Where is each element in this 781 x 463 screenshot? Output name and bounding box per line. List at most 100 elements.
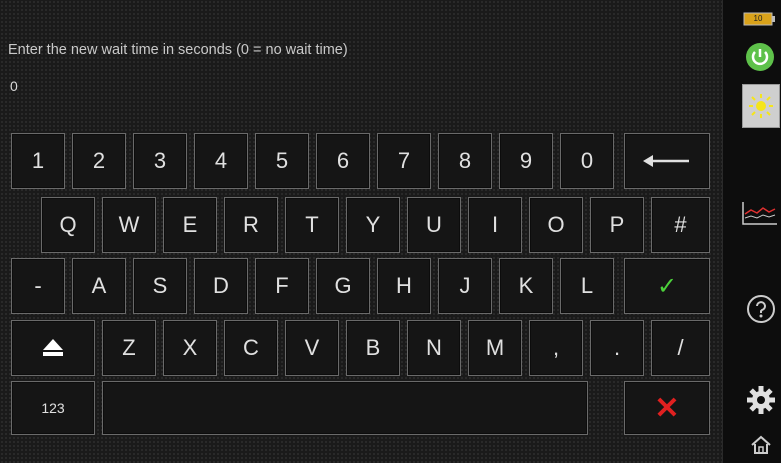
key-label: W bbox=[118, 212, 140, 237]
key-g[interactable]: G bbox=[316, 258, 370, 314]
key-6[interactable]: 6 bbox=[316, 133, 370, 189]
key-label: , bbox=[552, 335, 560, 360]
key-0[interactable]: 0 bbox=[560, 133, 614, 189]
key-label: Z bbox=[122, 335, 136, 360]
key-label: J bbox=[459, 273, 471, 298]
key-5[interactable]: 5 bbox=[255, 133, 309, 189]
key-label: X bbox=[182, 335, 198, 360]
key-label: 5 bbox=[275, 148, 289, 173]
key-j[interactable]: J bbox=[438, 258, 492, 314]
help-button[interactable] bbox=[745, 293, 777, 325]
key-label: P bbox=[609, 212, 625, 237]
key-label: L bbox=[580, 273, 594, 298]
key-label: 2 bbox=[92, 148, 106, 173]
key-u[interactable]: U bbox=[407, 197, 461, 253]
power-icon bbox=[746, 43, 774, 71]
key-label: / bbox=[677, 335, 684, 360]
help-icon bbox=[747, 295, 775, 323]
key-comma[interactable]: , bbox=[529, 320, 583, 376]
key-w[interactable]: W bbox=[102, 197, 156, 253]
shift-button[interactable] bbox=[11, 320, 95, 376]
key-b[interactable]: B bbox=[346, 320, 400, 376]
key-dash[interactable]: - bbox=[11, 258, 65, 314]
key-2[interactable]: 2 bbox=[72, 133, 126, 189]
space-bar[interactable] bbox=[102, 381, 588, 435]
home-icon bbox=[751, 435, 771, 454]
key-e[interactable]: E bbox=[163, 197, 217, 253]
confirm-button[interactable]: ✓ bbox=[624, 258, 710, 314]
key-y[interactable]: Y bbox=[346, 197, 400, 253]
key-t[interactable]: T bbox=[285, 197, 339, 253]
key-8[interactable]: 8 bbox=[438, 133, 492, 189]
cancel-button[interactable]: ✕ bbox=[624, 381, 710, 435]
sidebar: 10 bbox=[722, 0, 781, 463]
key-s[interactable]: S bbox=[133, 258, 187, 314]
key-p[interactable]: P bbox=[590, 197, 644, 253]
brightness-icon bbox=[749, 94, 773, 118]
key-f[interactable]: F bbox=[255, 258, 309, 314]
key-z[interactable]: Z bbox=[102, 320, 156, 376]
key-a[interactable]: A bbox=[72, 258, 126, 314]
key-n[interactable]: N bbox=[407, 320, 461, 376]
key-i[interactable]: I bbox=[468, 197, 522, 253]
key-c[interactable]: C bbox=[224, 320, 278, 376]
battery-label: 10 bbox=[753, 14, 763, 23]
key-9[interactable]: 9 bbox=[499, 133, 553, 189]
key-label: E bbox=[182, 212, 198, 237]
key-label: - bbox=[34, 273, 42, 298]
trend-button[interactable] bbox=[740, 198, 780, 228]
key-v[interactable]: V bbox=[285, 320, 339, 376]
key-label: Y bbox=[365, 212, 381, 237]
key-d[interactable]: D bbox=[194, 258, 248, 314]
close-icon: ✕ bbox=[654, 391, 680, 425]
key-k[interactable]: K bbox=[499, 258, 553, 314]
backspace-button[interactable] bbox=[624, 133, 710, 189]
key-label: 123 bbox=[41, 400, 65, 416]
key-4[interactable]: 4 bbox=[194, 133, 248, 189]
key-label: 1 bbox=[31, 148, 45, 173]
key-m[interactable]: M bbox=[468, 320, 522, 376]
settings-button[interactable] bbox=[745, 384, 777, 416]
key-label: . bbox=[613, 335, 621, 360]
key-label: T bbox=[305, 212, 319, 237]
key-slash[interactable]: / bbox=[651, 320, 710, 376]
key-7[interactable]: 7 bbox=[377, 133, 431, 189]
key-label: N bbox=[426, 335, 442, 360]
key-o[interactable]: O bbox=[529, 197, 583, 253]
key-label: 6 bbox=[336, 148, 350, 173]
key-label: G bbox=[334, 273, 352, 298]
backspace-icon bbox=[643, 155, 689, 167]
gear-icon bbox=[747, 386, 775, 414]
key-l[interactable]: L bbox=[560, 258, 614, 314]
wait-time-input[interactable]: 0 bbox=[10, 78, 18, 94]
key-h[interactable]: H bbox=[377, 258, 431, 314]
key-label: 8 bbox=[458, 148, 472, 173]
prompt-label: Enter the new wait time in seconds (0 = … bbox=[8, 42, 348, 58]
key-label: B bbox=[365, 335, 381, 360]
key-label: S bbox=[152, 273, 168, 298]
key-x[interactable]: X bbox=[163, 320, 217, 376]
key-q[interactable]: Q bbox=[41, 197, 95, 253]
check-icon: ✓ bbox=[656, 272, 678, 300]
key-label: # bbox=[674, 212, 687, 237]
power-button[interactable] bbox=[743, 40, 777, 74]
key-1[interactable]: 1 bbox=[11, 133, 65, 189]
key-label: O bbox=[547, 212, 565, 237]
key-label: U bbox=[426, 212, 442, 237]
key-r[interactable]: R bbox=[224, 197, 278, 253]
key-hash[interactable]: # bbox=[651, 197, 710, 253]
battery-indicator: 10 bbox=[743, 12, 777, 26]
key-label: C bbox=[243, 335, 259, 360]
shift-icon bbox=[43, 339, 63, 356]
number-mode-button[interactable]: 123 bbox=[11, 381, 95, 435]
key-label: V bbox=[304, 335, 320, 360]
key-3[interactable]: 3 bbox=[133, 133, 187, 189]
home-button[interactable] bbox=[749, 434, 773, 456]
key-label: Q bbox=[59, 212, 77, 237]
key-period[interactable]: . bbox=[590, 320, 644, 376]
brightness-button[interactable] bbox=[742, 84, 780, 128]
key-label: 0 bbox=[580, 148, 594, 173]
trend-chart-icon bbox=[742, 202, 777, 225]
key-label: M bbox=[485, 335, 505, 360]
key-label: K bbox=[518, 273, 534, 298]
